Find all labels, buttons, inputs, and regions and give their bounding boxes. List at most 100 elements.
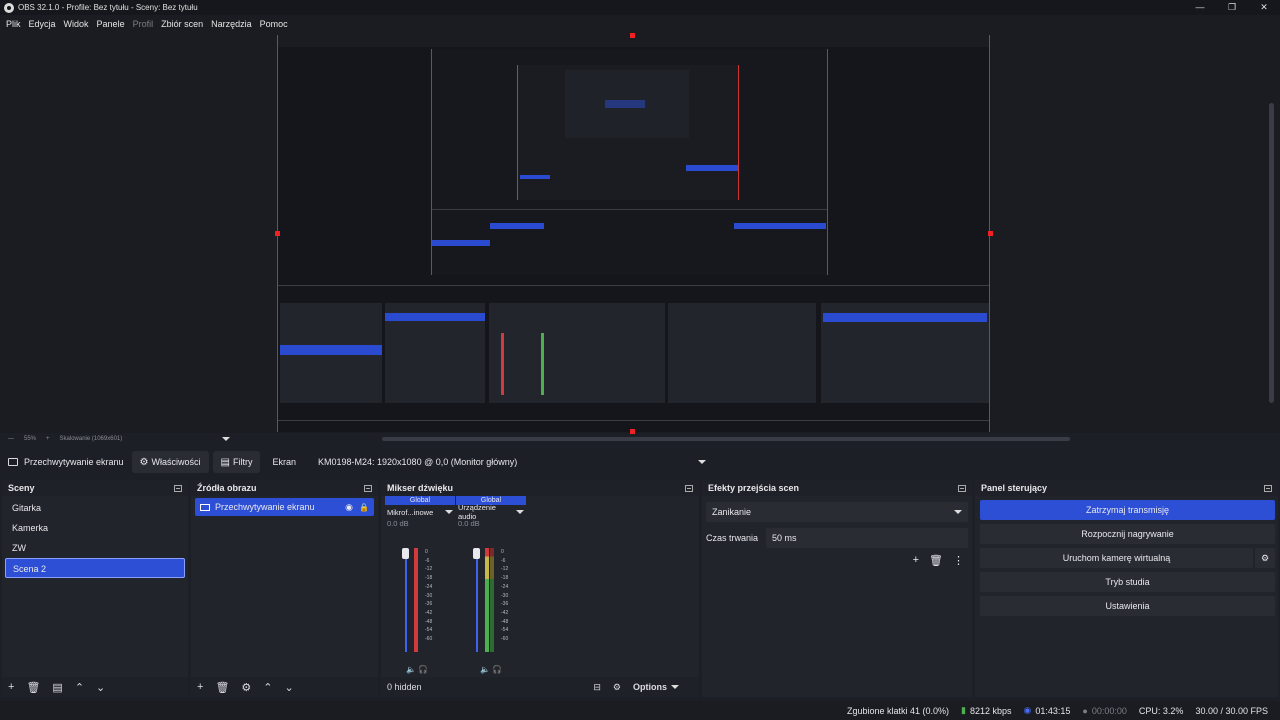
chevron-down-icon[interactable] [671, 685, 679, 689]
nested-sources [385, 303, 485, 403]
menu-tools[interactable]: Narzędzia [211, 19, 252, 29]
trash-icon[interactable]: 🗑 [929, 554, 943, 567]
gear-icon[interactable]: ⚙ [241, 681, 251, 694]
nested-transitions [668, 303, 816, 403]
undock-icon[interactable] [364, 484, 372, 492]
undock-icon[interactable] [958, 484, 966, 492]
undock-icon[interactable] [174, 484, 182, 492]
transitions-title: Efekty przejścia scen [708, 483, 800, 493]
preview-canvas[interactable] [277, 35, 990, 432]
bbox-handle-left[interactable] [275, 231, 280, 236]
undock-icon[interactable] [1264, 484, 1272, 492]
level-meter [414, 548, 418, 652]
studio-mode-button[interactable]: Tryb studia [980, 572, 1275, 592]
preview-horizontal-scrollbar[interactable] [382, 437, 1070, 441]
move-up-icon[interactable]: ⌃ [75, 681, 84, 694]
chevron-down-icon [516, 510, 524, 514]
start-recording-button[interactable]: Rozpocznij nagrywanie [980, 524, 1275, 544]
scenes-footer: + 🗑 ▤ ⌃ ⌄ [2, 677, 188, 697]
mixer-layout-icon[interactable]: ⊟ [593, 682, 601, 693]
scene-item-scena-2[interactable]: Scena 2 [5, 558, 185, 578]
duration-field[interactable]: 50 ms [766, 528, 968, 548]
volume-fader[interactable] [405, 548, 407, 652]
close-button[interactable]: ✕ [1248, 0, 1280, 15]
scene-item-gitarka[interactable]: Gitarka [5, 498, 185, 518]
bbox-handle-right[interactable] [988, 231, 993, 236]
move-down-icon[interactable]: ⌄ [285, 681, 294, 694]
window-controls: — ❐ ✕ [1184, 0, 1280, 15]
properties-button[interactable]: ⚙ Właściwości [131, 451, 209, 473]
volume-fader-knob[interactable] [402, 548, 409, 559]
scenes-list: Gitarka Kamerka ZW Scena 2 [2, 496, 188, 578]
display-select[interactable]: KM0198-M24: 1920x1080 @ 0,0 (Monitor głó… [312, 452, 712, 472]
record-icon: ● [1082, 705, 1088, 716]
add-scene-icon[interactable]: + [8, 681, 14, 693]
trash-icon[interactable]: 🗑 [26, 681, 40, 694]
lock-icon[interactable]: 🔒 [359, 503, 369, 512]
source-item[interactable]: Przechwytywanie ekranu ◉ 🔒 [195, 498, 374, 516]
eye-icon[interactable]: ◉ [345, 502, 353, 513]
add-source-icon[interactable]: + [197, 681, 203, 693]
chevron-down-icon [445, 510, 453, 514]
menu-edit[interactable]: Edycja [29, 19, 56, 29]
channel-name-select[interactable]: Mikrof...inowe [385, 505, 455, 519]
transition-select[interactable]: Zanikanie [706, 502, 968, 522]
volume-fader-knob[interactable] [473, 548, 480, 559]
settings-button[interactable]: Ustawienia [980, 596, 1275, 616]
nested-blue-source [490, 223, 544, 229]
channel-name-select[interactable]: Urządzenie audio [456, 503, 526, 521]
mixer-dock: Mikser dźwięku Global Mikrof...inowe 0.0… [381, 480, 699, 697]
menu-file[interactable]: Plik [6, 19, 21, 29]
zoom-out-button[interactable]: — [8, 436, 14, 442]
trash-icon[interactable]: 🗑 [215, 681, 229, 694]
maximize-button[interactable]: ❐ [1216, 0, 1248, 15]
volume-fader[interactable] [476, 548, 478, 652]
headphones-icon[interactable]: 🎧 [492, 665, 502, 674]
menu-docks[interactable]: Panele [97, 19, 125, 29]
mixer-footer: 0 hidden ⊟ ⚙ Options [381, 677, 699, 697]
nested-preview-2 [517, 65, 739, 200]
channel-head: Global [385, 496, 455, 505]
sources-dock: Źródła obrazu Przechwytywanie ekranu ◉ 🔒… [191, 480, 378, 697]
mixer-dock-header: Mikser dźwięku [381, 480, 699, 496]
mixer-advanced-icon[interactable]: ⚙ [613, 682, 621, 693]
add-transition-icon[interactable]: + [913, 554, 919, 567]
headphones-icon[interactable]: 🎧 [418, 665, 428, 674]
obs-logo-icon [4, 2, 14, 13]
stop-stream-button[interactable]: Zatrzymaj transmisję [980, 500, 1275, 520]
menu-help[interactable]: Pomoc [260, 19, 288, 29]
speaker-icon[interactable]: 🔈 [406, 665, 416, 674]
scaling-dropdown-icon[interactable] [222, 437, 231, 441]
minimize-button[interactable]: — [1184, 0, 1216, 15]
controls-dock-header: Panel sterujący [975, 480, 1278, 496]
options-button[interactable]: Options [633, 682, 667, 692]
transition-actions: + 🗑 ⋮ [702, 548, 972, 567]
scene-item-kamerka[interactable]: Kamerka [5, 518, 185, 538]
preview-vertical-scrollbar[interactable] [1269, 103, 1274, 403]
scene-filters-icon[interactable]: ▤ [52, 681, 62, 694]
undock-icon[interactable] [685, 484, 693, 492]
controls-dock: Panel sterujący Zatrzymaj transmisję Roz… [975, 480, 1278, 697]
zoom-in-button[interactable]: + [46, 436, 50, 442]
gear-icon[interactable]: ⚙ [1255, 548, 1275, 568]
nested-scenes [280, 303, 382, 403]
cpu-usage: CPU: 3.2% [1138, 705, 1184, 716]
move-up-icon[interactable]: ⌃ [263, 681, 272, 694]
menu-scene-collection[interactable]: Zbiór scen [161, 19, 203, 29]
move-down-icon[interactable]: ⌄ [96, 681, 105, 694]
scaling-label: Skalowanie (1069x601) [59, 436, 123, 442]
display-label: Ekran [272, 457, 296, 467]
nested-stop-stream [823, 313, 987, 322]
scene-item-zw[interactable]: ZW [5, 538, 185, 558]
speaker-icon[interactable]: 🔈 [480, 665, 490, 674]
channel-icons: 🔈 🎧 [480, 665, 502, 674]
start-virtual-camera-button[interactable]: Uruchom kamerę wirtualną [980, 548, 1253, 568]
duration-row: Czas trwania 50 ms [704, 528, 970, 548]
filters-button[interactable]: ▤ Filtry [212, 451, 261, 473]
menu-view[interactable]: Widok [64, 19, 89, 29]
bbox-handle-top[interactable] [630, 33, 635, 38]
nested-divider [432, 209, 827, 210]
more-options-icon[interactable]: ⋮ [953, 554, 964, 567]
preview-area[interactable] [0, 33, 1280, 434]
zoom-level[interactable]: 55% [24, 436, 36, 442]
